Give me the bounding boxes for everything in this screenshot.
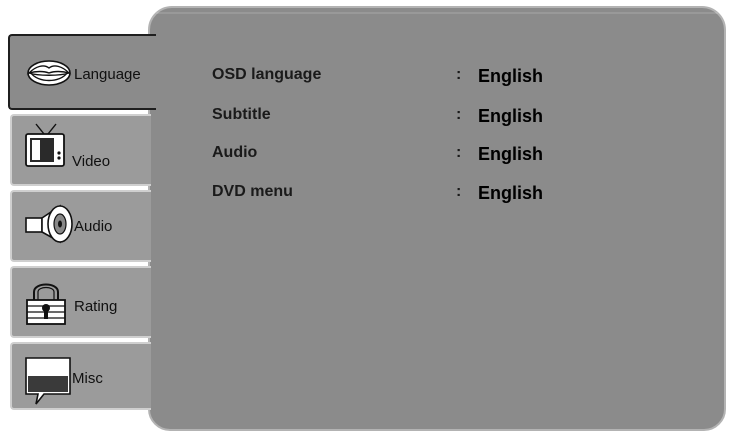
setting-separator: : [456,144,462,161]
setting-separator: : [456,66,462,83]
tab-video[interactable]: Video [10,114,151,186]
tab-audio-label: Audio [74,218,113,235]
tab-video-label: Video [72,153,111,170]
setting-value: English [478,144,544,164]
setting-label: OSD language [212,66,322,83]
setting-label: Audio [212,144,258,161]
tab-rating[interactable]: Rating [10,266,151,338]
setting-separator: : [456,183,462,200]
lips-icon [26,60,72,86]
tab-misc[interactable]: Misc [10,342,151,410]
speech-bubble-icon [25,357,71,405]
tab-rating-label: Rating [74,298,118,315]
tv-icon [25,123,65,167]
padlock-icon [26,283,66,325]
setting-label: DVD menu [212,183,293,200]
setting-value: English [478,106,544,126]
tab-language-label: Language [74,66,141,83]
setting-separator: : [456,106,462,123]
setting-value: English [478,66,544,86]
setting-value: English [478,183,544,203]
speaker-icon [25,204,73,244]
setting-label: Subtitle [212,106,271,123]
tab-misc-label: Misc [72,370,103,387]
tab-language[interactable]: Language [8,34,156,110]
tab-audio[interactable]: Audio [10,190,151,262]
